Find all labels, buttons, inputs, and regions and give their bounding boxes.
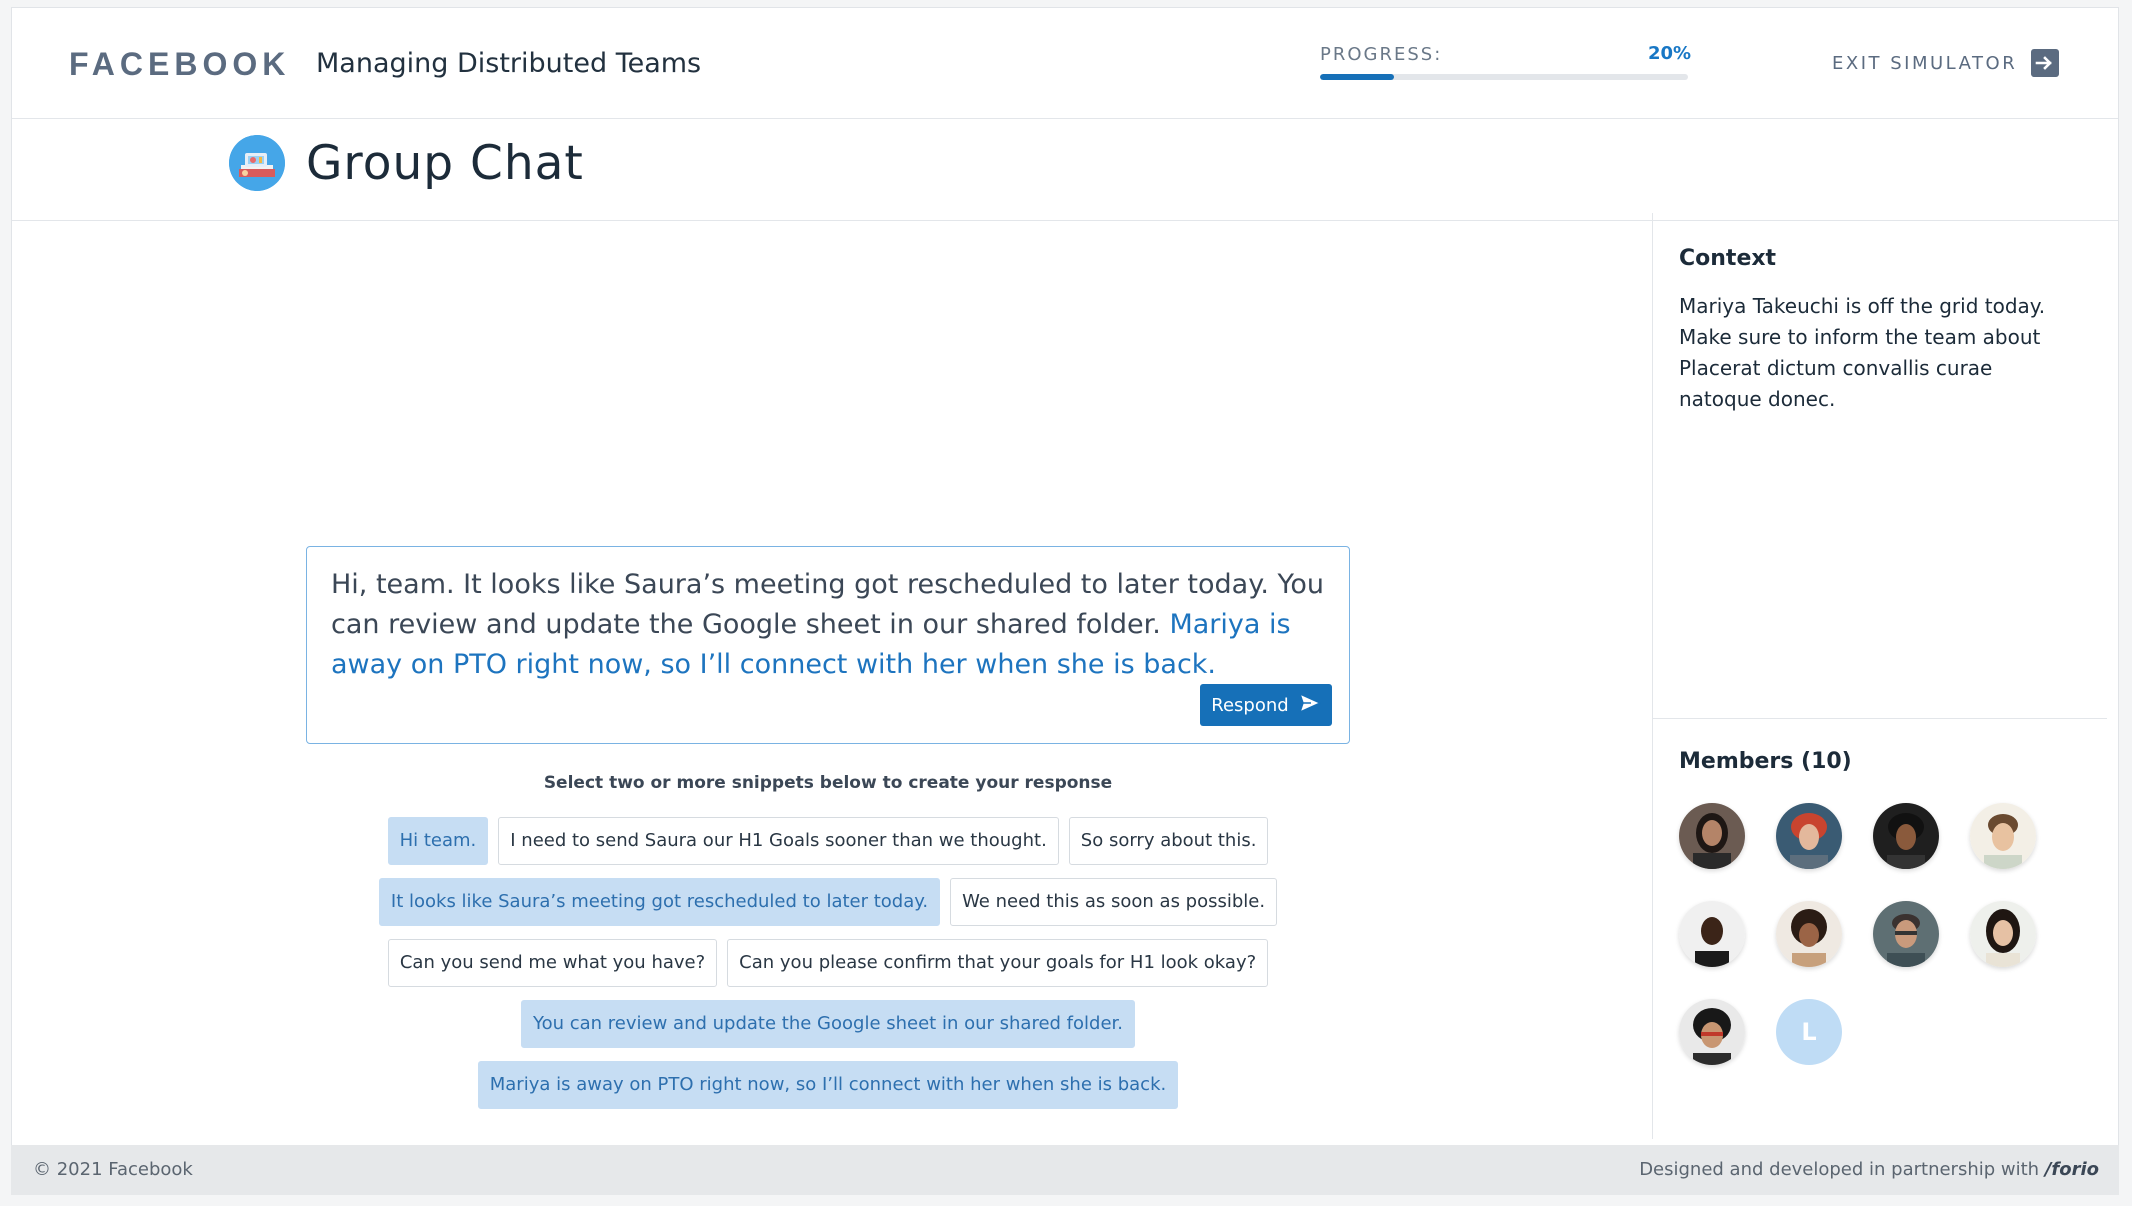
copyright-text: © 2021 Facebook xyxy=(33,1159,193,1180)
facebook-logo: FACEBOOK xyxy=(69,46,291,82)
snippet-chip[interactable]: Can you send me what you have? xyxy=(387,939,718,987)
credit-text: Designed and developed in partnership wi… xyxy=(1639,1159,2099,1180)
member-avatar[interactable] xyxy=(1679,999,1745,1065)
group-chat-illustration-icon xyxy=(229,135,285,191)
top-bar: FACEBOOK Managing Distributed Teams PROG… xyxy=(12,8,2118,119)
exit-simulator-button[interactable]: EXIT SIMULATOR xyxy=(1832,46,2060,80)
send-icon xyxy=(1298,692,1322,718)
footer: © 2021 Facebook Designed and developed i… xyxy=(11,1145,2119,1195)
member-avatar[interactable] xyxy=(1970,901,2036,967)
snippet-chip[interactable]: So sorry about this. xyxy=(1068,817,1269,865)
progress-fill xyxy=(1320,74,1394,80)
snippet-chip[interactable]: You can review and update the Google she… xyxy=(521,1000,1135,1048)
member-avatar[interactable] xyxy=(1776,901,1842,967)
snippet-chip[interactable]: It looks like Saura’s meeting got resche… xyxy=(378,878,941,926)
course-title: Managing Distributed Teams xyxy=(316,48,702,79)
response-text: Hi, team. It looks like Saura’s meeting … xyxy=(331,565,1331,685)
respond-button[interactable]: Respond xyxy=(1200,684,1332,726)
arrow-right-box-icon xyxy=(2031,49,2060,77)
snippet-chip[interactable]: Can you please confirm that your goals f… xyxy=(727,939,1269,987)
member-avatar[interactable] xyxy=(1873,901,1939,967)
snippet-row: It looks like Saura’s meeting got resche… xyxy=(306,878,1350,926)
member-avatar-placeholder[interactable]: L xyxy=(1776,999,1842,1065)
snippet-chip[interactable]: I need to send Saura our H1 Goals sooner… xyxy=(498,817,1059,865)
page-title: Group Chat xyxy=(306,136,584,191)
progress-bar xyxy=(1320,74,1688,80)
snippet-row: Hi team. I need to send Saura our H1 Goal… xyxy=(306,817,1350,865)
credit-prefix: Designed and developed in partnership wi… xyxy=(1639,1159,2045,1180)
members-title: Members (10) xyxy=(1679,749,1852,774)
snippet-row: You can review and update the Google she… xyxy=(306,1000,1350,1048)
side-divider xyxy=(1653,718,2107,719)
member-avatar[interactable] xyxy=(1970,803,2036,869)
snippet-chip[interactable]: We need this as soon as possible. xyxy=(950,878,1278,926)
exit-simulator-label: EXIT SIMULATOR xyxy=(1832,52,2018,74)
progress-value: 20% xyxy=(1648,43,1692,64)
member-avatar[interactable] xyxy=(1776,803,1842,869)
snippet-row: Mariya is away on PTO right now, so I’ll… xyxy=(306,1061,1350,1109)
member-avatar[interactable] xyxy=(1679,901,1745,967)
context-title: Context xyxy=(1679,246,1777,271)
response-composer[interactable]: Hi, team. It looks like Saura’s meeting … xyxy=(306,546,1350,744)
member-avatar[interactable] xyxy=(1679,803,1745,869)
respond-button-label: Respond xyxy=(1211,694,1289,716)
snippet-instruction: Select two or more snippets below to cre… xyxy=(543,773,1113,793)
context-text: Mariya Takeuchi is off the grid today. M… xyxy=(1679,294,2046,411)
members-grid: L xyxy=(1679,803,2079,1065)
member-avatar[interactable] xyxy=(1873,803,1939,869)
side-panel: Context Mariya Takeuchi is off the grid … xyxy=(1652,213,2107,1139)
snippet-chip[interactable]: Mariya is away on PTO right now, so I’ll… xyxy=(477,1061,1179,1109)
snippet-row: Can you send me what you have? Can you pl… xyxy=(306,939,1350,987)
progress-label: PROGRESS: xyxy=(1320,44,1443,65)
snippet-chip[interactable]: Hi team. xyxy=(387,817,489,865)
forio-logo: /forio xyxy=(2044,1159,2099,1180)
